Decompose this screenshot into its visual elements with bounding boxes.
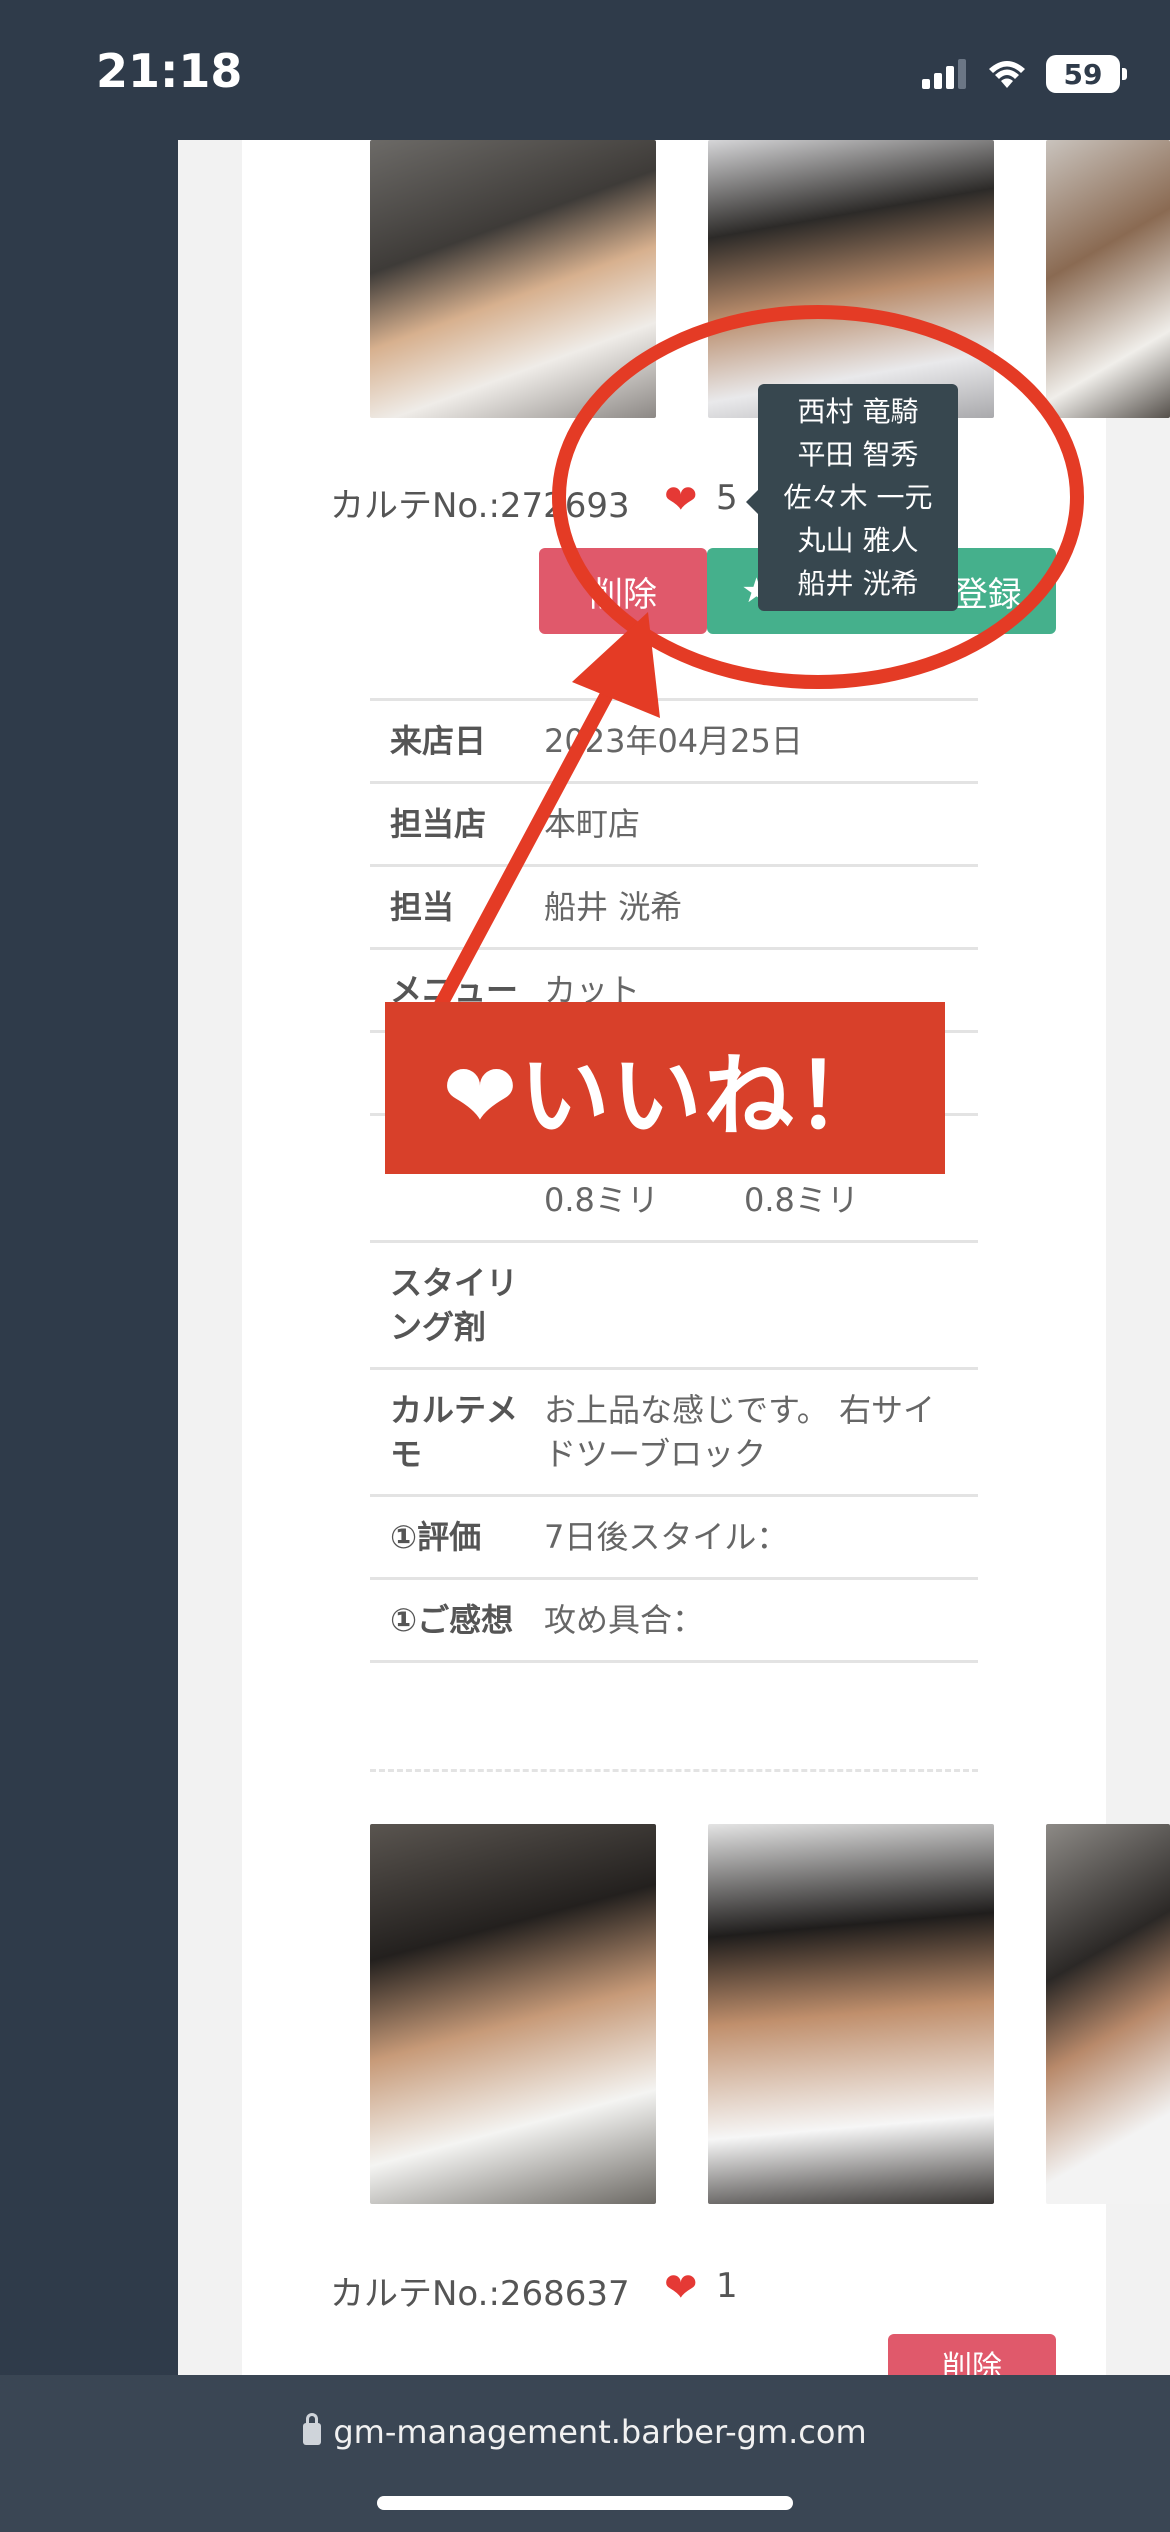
karte-photo[interactable] [708,1824,994,2204]
url-display[interactable]: gm-management.barber-gm.com [0,2413,1170,2451]
row-value: 7日後スタイル： [544,1518,789,1556]
table-row: カルテメモ お上品な感じです。 右サイドツーブロック [370,1367,978,1494]
signal-icon [922,59,966,89]
delete-button[interactable]: 削除 [888,2334,1056,2375]
battery-indicator: 59 [1046,55,1127,93]
row-key: カルテメモ [390,1391,519,1473]
delete-button-label: 削除 [942,2350,1002,2375]
status-bar: 21:18 59 [0,0,1170,140]
status-time: 21:18 [96,44,243,98]
row-key: スタイリング剤 [390,1264,519,1346]
table-row: ①評価 7日後スタイル： [370,1494,978,1577]
heart-icon[interactable]: ❤ [664,2268,698,2308]
home-indicator[interactable] [377,2496,793,2510]
karte-photo[interactable] [1046,1824,1170,2204]
status-icons: 59 [922,52,1127,96]
karte-photo[interactable] [1046,140,1170,418]
karte-photo[interactable] [370,1824,656,2204]
table-row: ①ご感想 攻め具合： [370,1577,978,1663]
like-count[interactable]: 1 [716,2266,738,2306]
karte-divider [370,1769,978,1772]
annotation-arrow [431,612,660,1017]
like-annotation-banner: ❤いいね！ [385,1002,945,1174]
browser-url-bar[interactable]: gm-management.barber-gm.com [0,2375,1170,2532]
row-key: ①ご感想 [390,1601,514,1639]
karte-number: カルテNo.:268637 [330,2274,630,2314]
wifi-icon [989,61,1025,88]
row-key: ①評価 [390,1518,482,1556]
lock-icon [303,2413,322,2445]
row-value: 攻め具合： [544,1601,705,1639]
table-row: スタイリング剤 [370,1240,978,1367]
row-value: お上品な感じです。 右サイドツーブロック [544,1391,935,1473]
url-text: gm-management.barber-gm.com [333,2413,867,2451]
row-value [544,1261,978,1349]
